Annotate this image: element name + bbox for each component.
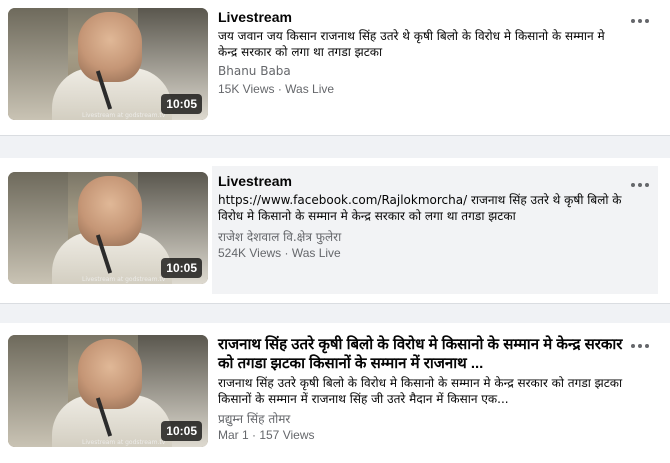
video-result-card[interactable]: Livestream at godstream.tv 10:05 Livestr… — [0, 158, 670, 303]
more-options-icon[interactable] — [630, 339, 650, 353]
thumbnail-speaker — [78, 12, 142, 82]
video-description: https://www.facebook.com/Rajlokmorcha/ र… — [218, 193, 622, 223]
more-options-icon[interactable] — [630, 14, 650, 28]
video-thumbnail[interactable]: Livestream at godstream.tv 10:05 — [8, 8, 208, 120]
thumbnail-watermark: Livestream at godstream.tv — [82, 276, 166, 283]
divider — [0, 303, 670, 304]
video-duration: 10:05 — [161, 421, 202, 441]
video-description: जय जवान जय किसान राजनाथ सिंह उतरे थे कृष… — [218, 29, 605, 59]
video-meta: 15K Views · Was Live — [218, 82, 335, 96]
video-thumbnail[interactable]: Livestream at godstream.tv 10:05 — [8, 335, 208, 447]
video-description: राजनाथ सिंह उतरे कृषी बिलो के विरोध मे क… — [218, 376, 623, 406]
thumbnail-speaker — [78, 339, 142, 409]
thumbnail-watermark: Livestream at godstream.tv — [82, 439, 166, 446]
video-title[interactable]: राजनाथ सिंह उतरे कृषी बिलो के विरोध मे क… — [218, 335, 628, 373]
video-meta: 524K Views · Was Live — [218, 246, 341, 260]
video-thumbnail[interactable]: Livestream at godstream.tv 10:05 — [8, 172, 208, 284]
video-author[interactable]: Bhanu Baba — [218, 64, 291, 78]
thumbnail-watermark: Livestream at godstream.tv — [82, 112, 166, 119]
video-title[interactable]: Livestream — [218, 172, 628, 190]
video-result-card[interactable]: Livestream at godstream.tv 10:05 राजनाथ … — [0, 323, 670, 463]
thumbnail-speaker — [78, 176, 142, 246]
video-author[interactable]: राजेश देशवाल वि.क्षेत्र फुलेरा — [218, 228, 341, 245]
video-meta: Mar 1 · 157 Views — [218, 428, 315, 442]
video-duration: 10:05 — [161, 258, 202, 278]
video-duration: 10:05 — [161, 94, 202, 114]
video-title[interactable]: Livestream — [218, 8, 628, 26]
video-author[interactable]: प्रद्युम्न सिंह तोमर — [218, 410, 290, 427]
more-options-icon[interactable] — [630, 178, 650, 192]
divider — [0, 135, 670, 136]
video-result-card[interactable]: Livestream at godstream.tv 10:05 Livestr… — [0, 0, 670, 135]
